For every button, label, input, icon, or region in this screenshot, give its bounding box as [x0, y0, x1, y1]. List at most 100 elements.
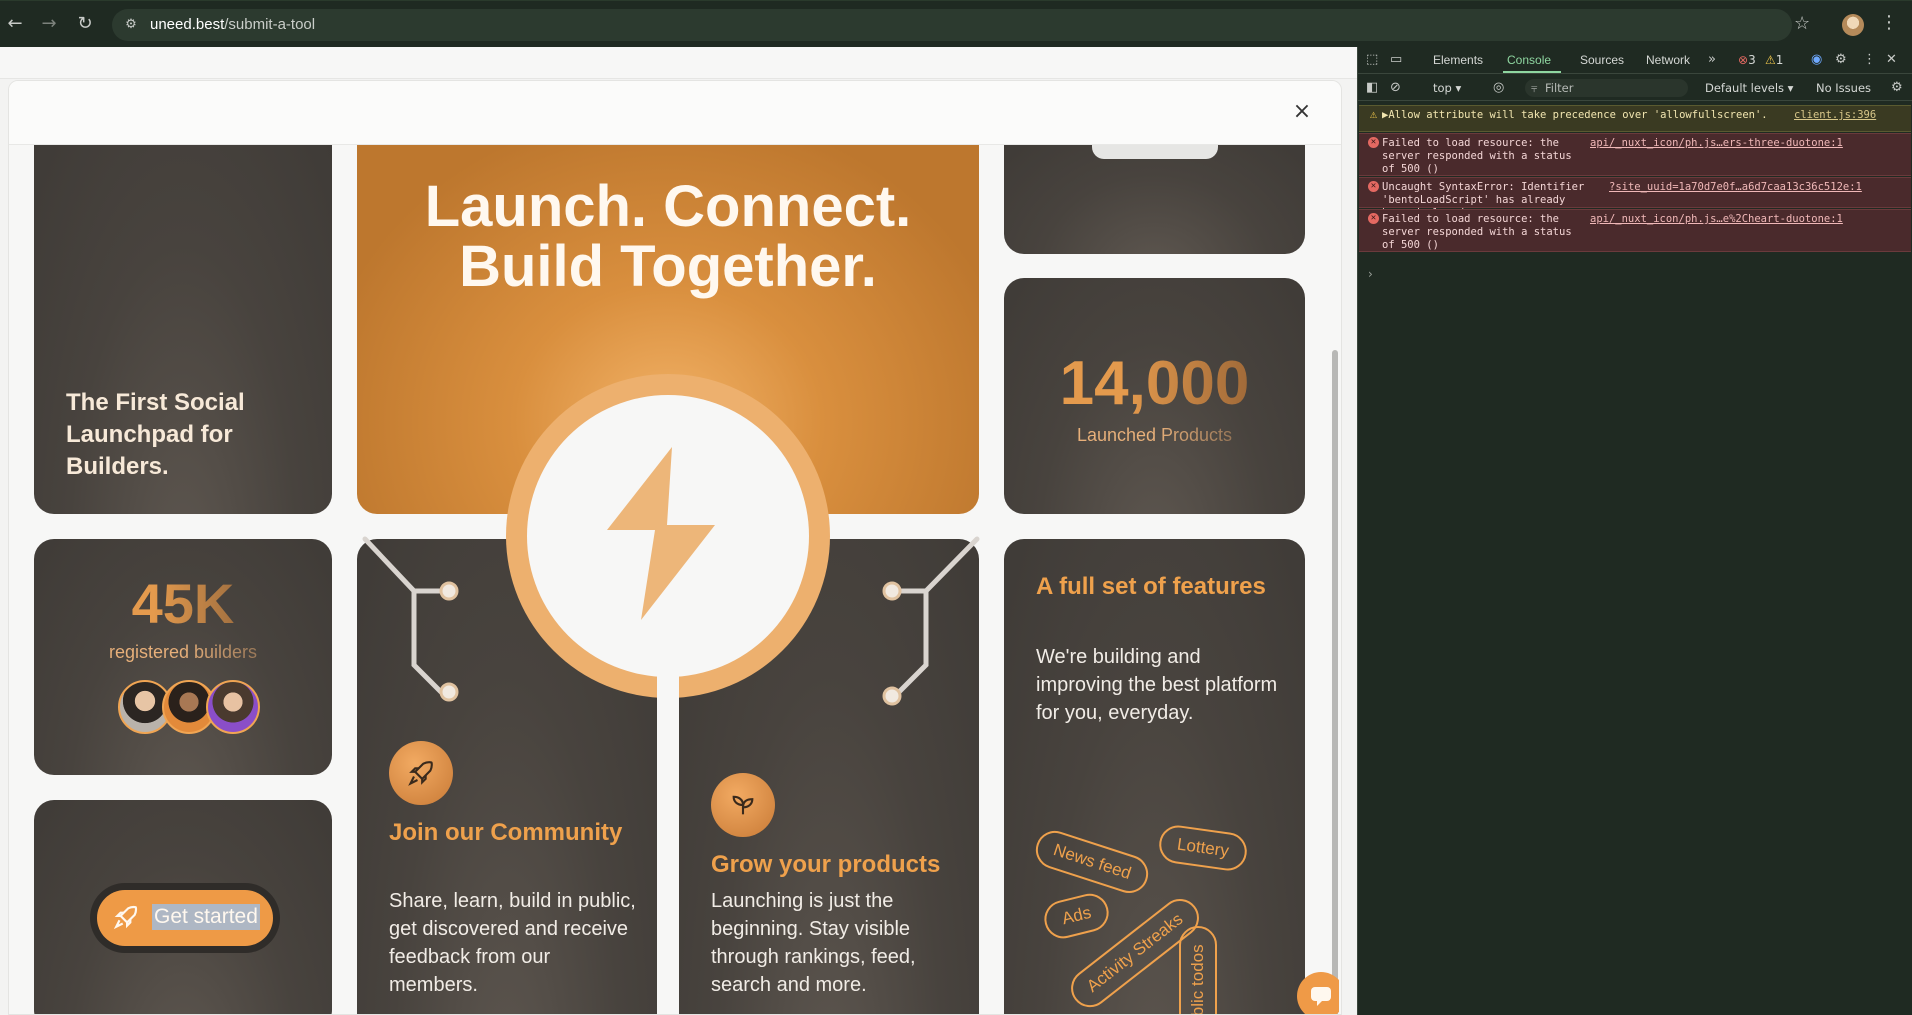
features-desc: We're building and improving the best pl… [1036, 646, 1278, 724]
browser-menu-icon[interactable]: ⋮ [1880, 12, 1898, 33]
console-toolbar: ◧ ⊘ top ▾ ◎ ⫧ Filter Default levels ▾ No… [1358, 75, 1912, 101]
browser-toolbar: ← → ↻ ⚙ uneed.best/submit-a-tool ☆ ⋮ [0, 0, 1912, 47]
modal-header: × [9, 81, 1341, 145]
inspect-icon[interactable]: ⬚ [1366, 52, 1378, 67]
get-started-label: Get started [152, 904, 260, 930]
warning-count-icon: ⚠ [1765, 53, 1776, 67]
tab-network[interactable]: Network [1646, 53, 1690, 67]
chat-bubble-icon [1311, 987, 1331, 1006]
warning-count[interactable]: ⚠1 [1765, 53, 1783, 67]
url-host: uneed.best [150, 16, 225, 33]
message-source-link[interactable]: api/_nuxt_icon/ph.js…e%2Cheart-duotone:1 [1590, 213, 1843, 226]
grow-card: Grow your products Launching is just the… [679, 539, 979, 1014]
features-title: A full set of features [1036, 573, 1266, 600]
modal-body: The First Social Launchpad for Builders.… [9, 145, 1339, 1014]
rocket-badge [389, 741, 453, 805]
features-card: A full set of features We're building an… [1004, 539, 1305, 1014]
launched-label: Launched Products [1004, 425, 1305, 446]
warning-icon: ⚠ [1369, 107, 1378, 121]
close-icon[interactable]: × [1287, 97, 1317, 127]
device-toggle-icon[interactable]: ▭ [1390, 52, 1402, 67]
message-source-link[interactable]: client.js:396 [1794, 109, 1876, 122]
message-text: ▶Allow attribute will take precedence ov… [1382, 109, 1768, 121]
bookmark-star-icon[interactable]: ☆ [1794, 13, 1810, 34]
tab-elements[interactable]: Elements [1433, 53, 1483, 67]
toggle-pill [1092, 145, 1218, 159]
url-path: /submit-a-tool [224, 16, 316, 33]
issues-indicator[interactable]: No Issues [1816, 81, 1871, 95]
builders-number: 45K [34, 571, 332, 636]
clear-console-icon[interactable]: ⊘ [1390, 80, 1401, 95]
log-levels-select[interactable]: Default levels ▾ [1705, 81, 1793, 95]
get-started-button[interactable]: Get started [97, 890, 273, 946]
sidebar-toggle-icon[interactable]: ◧ [1366, 80, 1378, 95]
message-text: Failed to load resource: the server resp… [1382, 137, 1572, 175]
console-message-error[interactable]: ✕ Uncaught SyntaxError: Identifier 'bent… [1359, 177, 1911, 219]
ai-assist-icon[interactable]: ◉ [1811, 52, 1822, 67]
url-text[interactable]: uneed.best/submit-a-tool [150, 16, 315, 33]
more-tabs-icon[interactable]: » [1708, 52, 1716, 67]
chat-button[interactable] [1297, 972, 1339, 1014]
hero-title-line1: Launch. Connect. [424, 174, 912, 239]
tab-sources[interactable]: Sources [1580, 53, 1624, 67]
rocket-icon [408, 761, 433, 786]
live-expression-eye-icon[interactable]: ◎ [1493, 80, 1504, 95]
builders-card: 45K registered builders [34, 539, 332, 775]
launched-products-card: 14,000 Launched Products [1004, 278, 1305, 514]
profile-avatar[interactable] [1842, 14, 1864, 36]
address-bar[interactable]: ⚙ uneed.best/submit-a-tool [112, 9, 1792, 41]
intro-card: The First Social Launchpad for Builders. [34, 145, 332, 514]
tag-ads: Ads [1040, 889, 1113, 943]
console-message-warning[interactable]: ⚠ ▶Allow attribute will take precedence … [1359, 105, 1911, 132]
error-icon: ✕ [1368, 137, 1379, 148]
tag-public-todos: Public todos [1179, 926, 1217, 1014]
scrollbar-thumb[interactable] [1332, 350, 1338, 1014]
forward-icon[interactable]: → [38, 13, 60, 35]
site-settings-icon[interactable]: ⚙ [122, 16, 140, 34]
error-count[interactable]: ⊗3 [1738, 53, 1756, 67]
top-right-card [1004, 145, 1305, 254]
plant-icon [732, 795, 754, 815]
filter-icon: ⫧ [1531, 81, 1538, 95]
avatar [206, 680, 260, 734]
back-icon[interactable]: ← [4, 13, 26, 35]
error-count-icon: ⊗ [1738, 53, 1749, 67]
submit-tool-modal: × The First Social Launchpad for Builder… [8, 80, 1342, 1015]
settings-gear-icon[interactable]: ⚙ [1835, 52, 1847, 67]
reload-icon[interactable]: ↻ [74, 13, 96, 35]
devtools-panel: ⬚ ▭ Elements Console Sources Network » ⊗… [1357, 47, 1912, 1015]
context-select[interactable]: top ▾ [1433, 81, 1461, 95]
hero-card: Launch. Connect. Build Together. [357, 145, 979, 514]
console-filter-input[interactable]: ⫧ Filter [1525, 79, 1688, 97]
log-levels-value: Default levels [1705, 81, 1785, 95]
modal-scrollbar[interactable] [1331, 350, 1339, 1014]
page-viewport: × The First Social Launchpad for Builder… [0, 47, 1357, 1015]
devtools-menu-icon[interactable]: ⋮ [1863, 52, 1876, 67]
filter-placeholder: Filter [1545, 81, 1574, 95]
community-card: Join our Community Share, learn, build i… [357, 539, 657, 1014]
console-prompt[interactable]: › [1368, 267, 1373, 281]
active-tab-indicator [1503, 71, 1561, 73]
console-settings-icon[interactable]: ⚙ [1891, 80, 1903, 95]
hero-title: Launch. Connect. Build Together. [357, 177, 979, 297]
console-message-error[interactable]: ✕ Failed to load resource: the server re… [1359, 133, 1911, 176]
community-title: Join our Community [389, 819, 623, 846]
error-icon: ✕ [1368, 213, 1379, 224]
message-source-link[interactable]: ?site_uuid=1a70d7e0f…a6d7caa13c36c512e:1 [1609, 181, 1862, 194]
console-message-error[interactable]: ✕ Failed to load resource: the server re… [1359, 209, 1911, 252]
tag-news-feed: News feed [1030, 825, 1154, 899]
community-desc: Share, learn, build in public, get disco… [389, 890, 636, 996]
message-source-link[interactable]: api/_nuxt_icon/ph.js…ers-three-duotone:1 [1590, 137, 1843, 150]
grow-desc: Launching is just the beginning. Stay vi… [711, 890, 916, 996]
hero-title-line2: Build Together. [459, 234, 877, 299]
rocket-icon [113, 905, 138, 930]
devtools-close-icon[interactable]: ✕ [1886, 52, 1897, 67]
builder-avatars [118, 680, 268, 736]
page-header-background [0, 47, 1357, 79]
devtools-tabs: ⬚ ▭ Elements Console Sources Network » ⊗… [1358, 47, 1912, 74]
tag-lottery: Lottery [1156, 823, 1250, 873]
get-started-card: Get started [34, 800, 332, 1014]
grow-title: Grow your products [711, 851, 941, 878]
tab-console[interactable]: Console [1507, 53, 1551, 67]
center-divider [657, 536, 679, 1014]
